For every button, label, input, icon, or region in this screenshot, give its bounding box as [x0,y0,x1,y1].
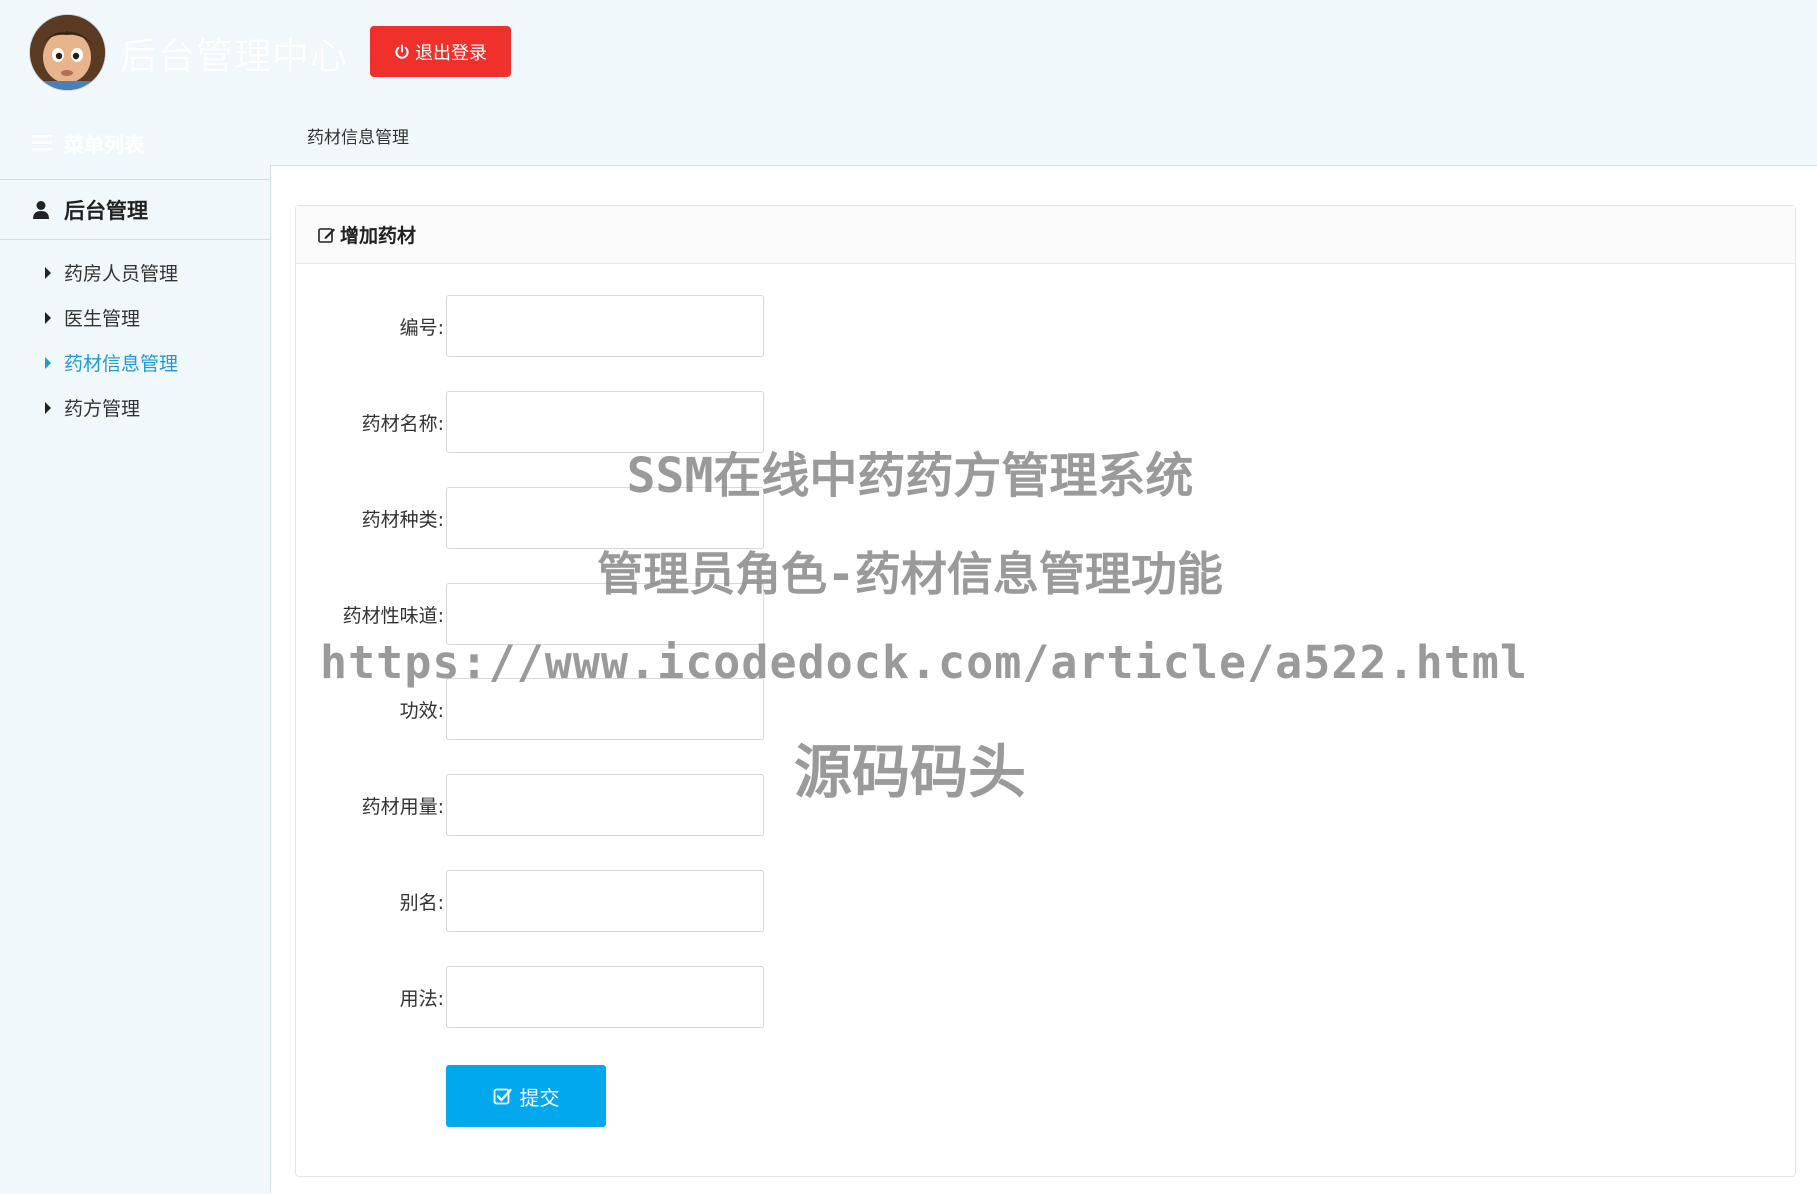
field-label: 药材名称: [361,413,444,435]
field-label: 编号: [399,317,444,339]
menu-list-icon [32,135,52,151]
field-label: 别名: [399,892,444,914]
logout-button[interactable]: 退出登录 [370,26,511,77]
sidebar-item-label: 医生管理 [64,308,141,330]
sidebar-item-prescriptions[interactable]: 药方管理 [0,385,270,430]
field-label: 药材用量: [361,796,444,818]
herb-category-input[interactable] [446,487,764,549]
sidebar-item-herbs[interactable]: 药材信息管理 [0,340,270,385]
field-label: 药材种类: [361,509,444,531]
form-row-effect: 功效: [296,678,796,740]
sidebar-item-pharmacy-staff[interactable]: 药房人员管理 [0,250,270,295]
field-label: 用法: [399,988,444,1010]
cartoon-avatar-icon [30,15,105,90]
add-herb-panel: 增加药材 编号: 药材名称: 药材种类: 药材性味道: 功效: 药材用量: 别名… [295,205,1796,1177]
edit-icon [318,227,335,243]
form-row-usage: 用法: [296,966,796,1028]
user-icon [33,200,49,219]
sidebar-group-admin[interactable]: 后台管理 [0,180,270,239]
sidebar-nav: 药房人员管理 医生管理 药材信息管理 药方管理 [0,250,270,430]
herb-usage-input[interactable] [446,966,764,1028]
menu-heading: 菜单列表 [32,128,144,158]
breadcrumb: 药材信息管理 [307,128,409,148]
sidebar-item-doctors[interactable]: 医生管理 [0,295,270,340]
menu-heading-label: 菜单列表 [64,132,144,157]
herb-dosage-input[interactable] [446,774,764,836]
field-label: 功效: [399,700,444,722]
form-row-dosage: 药材用量: [296,774,796,836]
id-input[interactable] [446,295,764,357]
main-content: 增加药材 编号: 药材名称: 药材种类: 药材性味道: 功效: 药材用量: 别名… [271,165,1817,1194]
form-row-name: 药材名称: [296,391,796,453]
sidebar-item-label: 药房人员管理 [64,263,179,285]
caret-right-icon [45,356,51,369]
herb-effect-input[interactable] [446,678,764,740]
herb-name-input[interactable] [446,391,764,453]
sidebar-item-label: 药材信息管理 [64,353,179,375]
panel-title: 增加药材 [340,225,417,247]
form-row-taste: 药材性味道: [296,583,796,645]
herb-alias-input[interactable] [446,870,764,932]
panel-header: 增加药材 [296,206,1795,264]
submit-label: 提交 [519,1085,560,1110]
form-row-id: 编号: [296,295,796,357]
caret-right-icon [45,401,51,414]
sidebar-group-label: 后台管理 [64,198,148,223]
sidebar-item-label: 药方管理 [64,398,141,420]
app-title: 后台管理中心 [120,35,348,78]
logout-label: 退出登录 [415,42,487,64]
power-icon [395,44,409,59]
app-header: 后台管理中心 退出登录 [0,0,1817,110]
sidebar-group-divider [0,239,270,240]
avatar [30,15,105,90]
submit-button[interactable]: 提交 [446,1065,606,1127]
field-label: 药材性味道: [342,605,444,627]
form-row-alias: 别名: [296,870,796,932]
check-square-icon [493,1088,512,1104]
form-row-category: 药材种类: [296,487,796,549]
caret-right-icon [45,311,51,324]
caret-right-icon [45,266,51,279]
herb-taste-input[interactable] [446,583,764,645]
